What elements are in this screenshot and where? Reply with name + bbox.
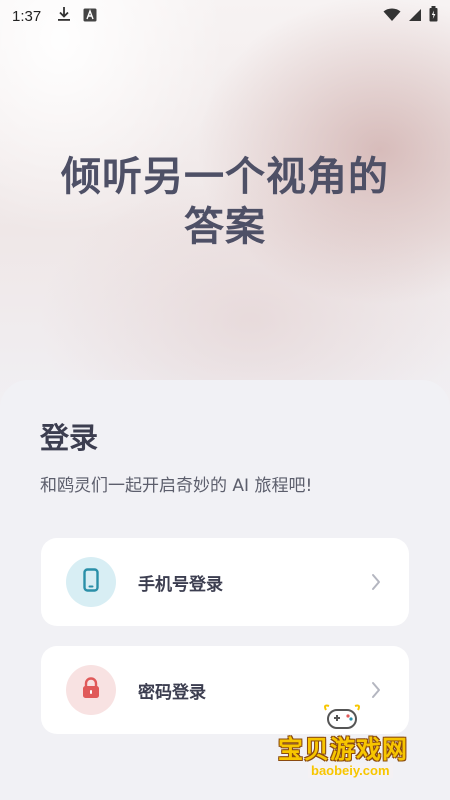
status-bar: 1:37: [0, 0, 450, 32]
font-a-icon: [83, 7, 97, 26]
lock-icon-badge: [66, 665, 116, 715]
battery-icon: [429, 6, 438, 26]
hero-line-1: 倾听另一个视角的: [61, 154, 389, 200]
wifi-icon: [383, 7, 401, 26]
download-icon: [57, 6, 71, 26]
watermark-url: baobeiy.com: [308, 763, 393, 778]
hero-headline: 倾听另一个视角的 答案: [0, 152, 450, 252]
phone-icon-badge: [66, 557, 116, 607]
chevron-right-icon: [371, 681, 381, 699]
status-time: 1:37: [12, 7, 42, 25]
phone-login-label: 手机号登录: [138, 574, 223, 595]
phone-icon: [83, 568, 99, 596]
hero-line-2: 答案: [184, 204, 266, 250]
login-subtitle: 和鸥灵们一起开启奇妙的 AI 旅程吧!: [40, 476, 313, 496]
login-title: 登录: [40, 421, 99, 455]
password-login-label: 密码登录: [138, 682, 206, 703]
signal-icon: [408, 7, 422, 26]
phone-login-button[interactable]: 手机号登录: [41, 538, 409, 626]
watermark-title: 宝贝游戏网: [278, 735, 409, 764]
chevron-right-icon: [371, 573, 381, 591]
lock-icon: [81, 677, 101, 703]
watermark-logo: 宝贝游戏网 baobeiy.com: [272, 700, 422, 785]
